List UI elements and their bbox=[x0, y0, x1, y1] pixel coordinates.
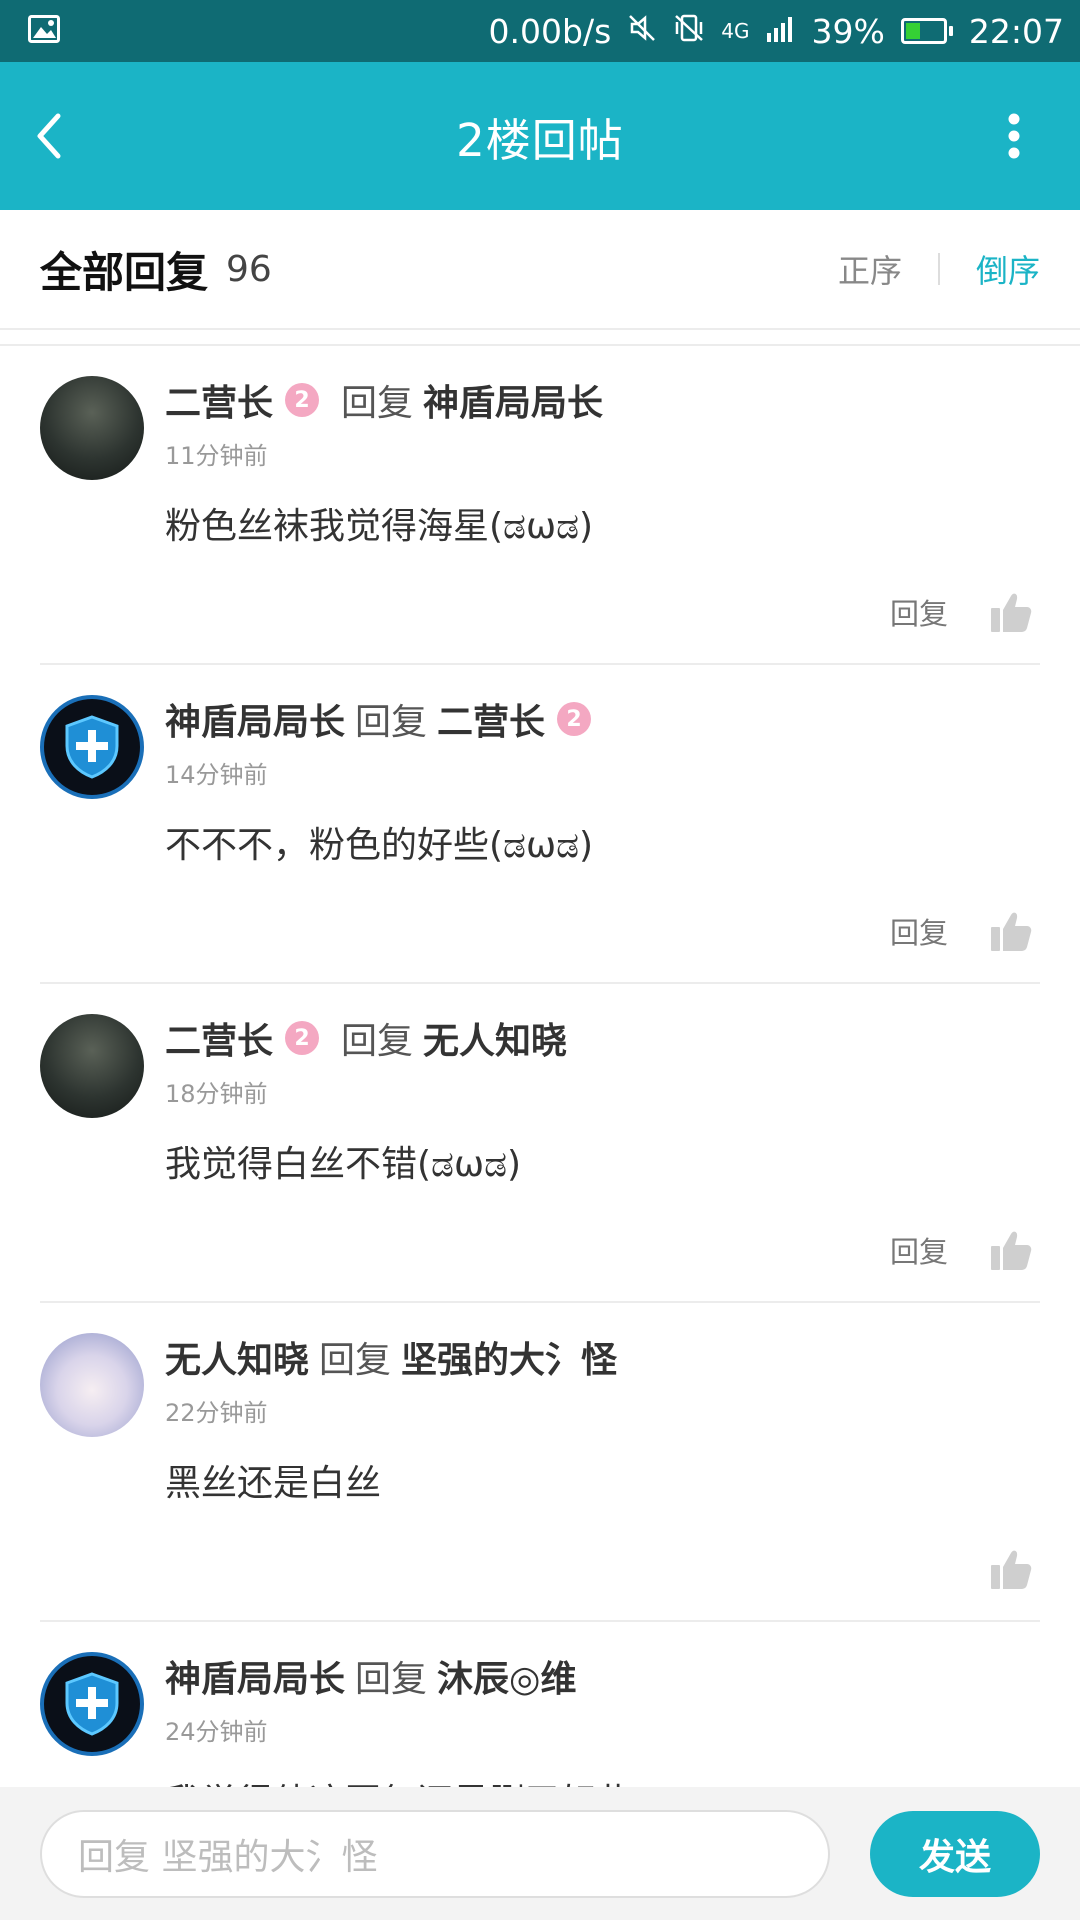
avatar[interactable] bbox=[40, 1652, 144, 1756]
page-title: 2楼回帖 bbox=[456, 113, 624, 167]
reply-time: 18分钟前 bbox=[165, 1080, 268, 1108]
reply-target[interactable]: 神盾局局长 bbox=[423, 374, 603, 426]
image-notification-icon bbox=[28, 15, 60, 47]
clock: 22:07 bbox=[968, 11, 1064, 51]
avatar[interactable] bbox=[40, 376, 144, 480]
reply-text: 黑丝还是白丝 bbox=[165, 1463, 382, 1504]
sort-desc-button[interactable]: 倒序 bbox=[976, 246, 1040, 292]
reply-word: 回复 bbox=[319, 1340, 392, 1381]
shield-icon bbox=[65, 715, 119, 779]
reply-time: 14分钟前 bbox=[165, 761, 268, 789]
thumbs-up-icon[interactable] bbox=[986, 1544, 1036, 1594]
avatar[interactable] bbox=[40, 1014, 144, 1118]
battery-percent: 39% bbox=[811, 11, 885, 51]
more-vertical-icon bbox=[1008, 113, 1020, 159]
reply-item: 神盾局局长 回复 二营长 2 14分钟前 不不不，粉色的好些(ಡωಡ) 回复 bbox=[40, 665, 1040, 984]
reply-list[interactable]: 二营长 2 回复 神盾局局长 11分钟前 粉色丝袜我觉得海星(ಡωಡ) 回复 神… bbox=[0, 344, 1080, 1787]
thumbs-up-icon[interactable] bbox=[986, 1225, 1036, 1275]
battery-fill bbox=[905, 23, 920, 39]
reply-item: 二营长 2 回复 神盾局局长 11分钟前 粉色丝袜我觉得海星(ಡωಡ) 回复 bbox=[40, 346, 1040, 665]
net-speed: 0.00b/s bbox=[488, 11, 612, 51]
reply-target[interactable]: 无人知晓 bbox=[423, 1012, 567, 1064]
sort-toggle: 正序 倒序 bbox=[838, 246, 1040, 292]
reply-button[interactable]: 回复 bbox=[890, 1229, 948, 1271]
reply-text: 不不不，粉色的好些(ಡωಡ) bbox=[165, 825, 594, 866]
chevron-left-icon bbox=[37, 113, 61, 159]
sort-divider bbox=[937, 253, 940, 285]
reply-text: 我觉得他这回复还是删了好些(ಡωಡ) bbox=[165, 1773, 1040, 1787]
shield-icon bbox=[65, 1672, 119, 1736]
reply-item: 神盾局局长 回复 沐辰◎维 24分钟前 我觉得他这回复还是删了好些(ಡωಡ) bbox=[40, 1622, 1040, 1787]
battery-icon bbox=[900, 18, 953, 44]
mute-icon bbox=[627, 12, 657, 51]
reply-word: 回复 bbox=[355, 1659, 428, 1700]
reply-item: 无人知晓 回复 坚强的大氵怪 22分钟前 黑丝还是白丝 bbox=[40, 1303, 1040, 1622]
avatar[interactable] bbox=[40, 1333, 144, 1437]
reply-button[interactable]: 回复 bbox=[890, 910, 948, 952]
reply-input[interactable]: 回复 坚强的大氵怪 bbox=[40, 1809, 830, 1898]
reply-text: 我觉得白丝不错(ಡωಡ) bbox=[165, 1144, 522, 1185]
reply-item: 二营长 2 回复 无人知晓 18分钟前 我觉得白丝不错(ಡωಡ) 回复 bbox=[40, 984, 1040, 1303]
reply-word: 回复 bbox=[355, 702, 428, 743]
level-badge: 2 bbox=[285, 1021, 320, 1055]
reply-word: 回复 bbox=[341, 383, 414, 424]
replies-title: 全部回复 bbox=[40, 247, 209, 297]
reply-input-bar: 回复 坚强的大氵怪 发送 bbox=[0, 1787, 1080, 1920]
avatar[interactable] bbox=[40, 695, 144, 799]
level-badge: 2 bbox=[285, 383, 320, 417]
reply-button[interactable]: 回复 bbox=[890, 591, 948, 633]
username[interactable]: 二营长 bbox=[165, 374, 273, 426]
status-bar: 0.00b/s 4G 39% 22:07 bbox=[0, 0, 1080, 62]
reply-time: 24分钟前 bbox=[165, 1718, 268, 1746]
reply-time: 22分钟前 bbox=[165, 1399, 268, 1427]
vibrate-off-icon bbox=[673, 12, 705, 51]
network-type: 4G bbox=[721, 19, 750, 43]
reply-target[interactable]: 沐辰◎维 bbox=[437, 1650, 576, 1702]
replies-count: 96 bbox=[226, 248, 272, 290]
app-bar: 2楼回帖 bbox=[0, 62, 1080, 210]
reply-time: 11分钟前 bbox=[165, 442, 268, 470]
reply-text: 粉色丝袜我觉得海星(ಡωಡ) bbox=[165, 506, 594, 547]
signal-icon bbox=[766, 12, 796, 51]
more-button[interactable] bbox=[984, 62, 1044, 210]
username[interactable]: 二营长 bbox=[165, 1012, 273, 1064]
sort-asc-button[interactable]: 正序 bbox=[838, 246, 902, 292]
username[interactable]: 神盾局局长 bbox=[165, 1650, 345, 1702]
username[interactable]: 无人知晓 bbox=[165, 1331, 309, 1383]
reply-word: 回复 bbox=[341, 1021, 414, 1062]
replies-header: 全部回复 96 正序 倒序 bbox=[0, 210, 1080, 330]
reply-target[interactable]: 二营长 bbox=[437, 693, 545, 745]
thumbs-up-icon[interactable] bbox=[986, 587, 1036, 637]
thumbs-up-icon[interactable] bbox=[986, 906, 1036, 956]
back-button[interactable] bbox=[34, 62, 94, 210]
level-badge: 2 bbox=[557, 702, 592, 736]
reply-target[interactable]: 坚强的大氵怪 bbox=[401, 1331, 617, 1383]
username[interactable]: 神盾局局长 bbox=[165, 693, 345, 745]
send-button[interactable]: 发送 bbox=[870, 1810, 1040, 1897]
